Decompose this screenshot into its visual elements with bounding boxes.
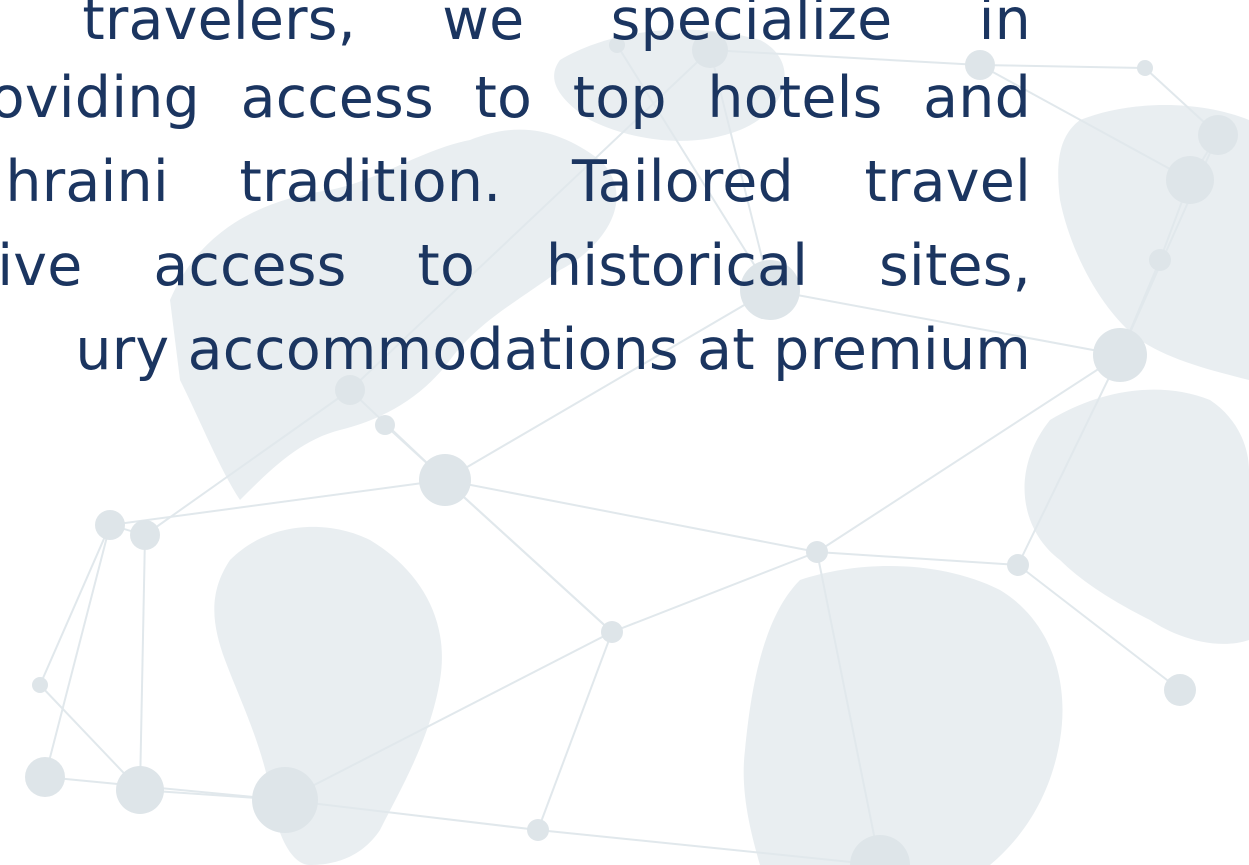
paragraph-line: providing access to top hotels and — [0, 65, 1031, 131]
paragraph-line: Bahraini tradition. Tailored travel — [0, 149, 1031, 215]
description-paragraph: ess travelers, we specialize in providin… — [0, 0, 1031, 400]
paragraph-line: ury accommodations at premium — [75, 317, 1031, 383]
paragraph-line: ess travelers, we specialize in — [0, 0, 1031, 53]
page: ess travelers, we specialize in providin… — [0, 0, 1249, 865]
paragraph-line: usive access to historical sites, — [0, 233, 1031, 299]
